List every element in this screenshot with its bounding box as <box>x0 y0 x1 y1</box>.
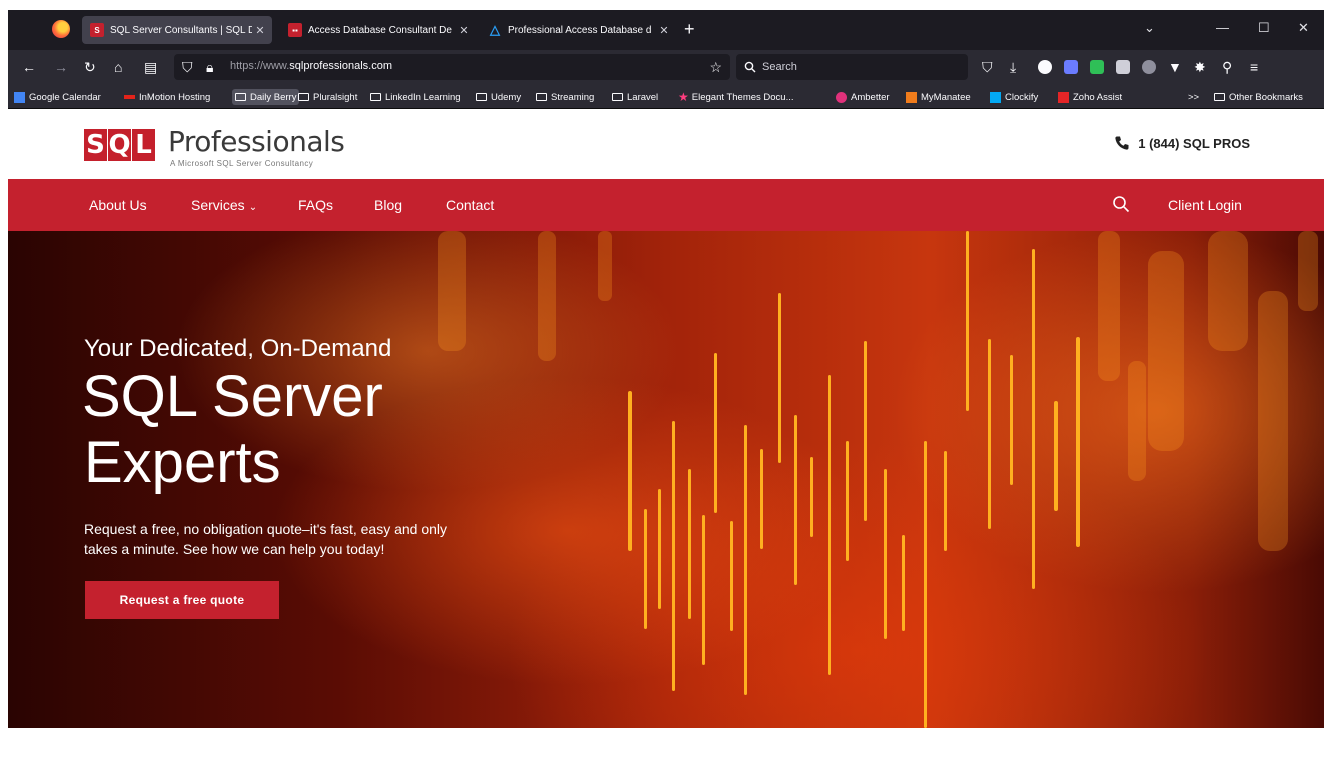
extension-gear-icon[interactable]: ✸ <box>1194 58 1206 76</box>
bookmark-mymanatee[interactable]: MyManatee <box>906 89 971 105</box>
bookmark-ambetter[interactable]: Ambetter <box>836 89 890 105</box>
folder-icon <box>1214 93 1225 101</box>
request-quote-button[interactable]: Request a free quote <box>85 581 279 619</box>
bookmark-zoho-assist[interactable]: Zoho Assist <box>1058 89 1122 105</box>
close-window-icon[interactable]: ✕ <box>1298 20 1309 36</box>
bookmark-laravel[interactable]: Laravel <box>612 89 658 105</box>
extension-badge-icon[interactable] <box>1064 60 1078 74</box>
other-bookmarks[interactable]: Other Bookmarks <box>1214 89 1303 105</box>
logo-mark: S Q L <box>84 129 156 161</box>
vimeo-extension-icon[interactable]: ▼ <box>1168 58 1182 76</box>
hero-description: Request a free, no obligation quote–it's… <box>84 521 448 557</box>
tab-title: Access Database Consultant De <box>308 24 452 36</box>
bookmark-clockify[interactable]: Clockify <box>990 89 1038 105</box>
close-tab-icon[interactable]: ✕ <box>656 24 672 37</box>
web-page: S Q L Professionals A Microsoft SQL Serv… <box>8 109 1324 728</box>
firefox-icon[interactable] <box>52 20 70 38</box>
new-tab-button[interactable]: + <box>684 18 695 40</box>
google-calendar-icon <box>14 91 25 103</box>
main-navigation: About Us Services ⌄ FAQs Blog Contact Cli… <box>8 179 1324 231</box>
bookmark-elegant-themes[interactable]: ★ Elegant Themes Docu... <box>678 89 794 105</box>
logo-tagline: A Microsoft SQL Server Consultancy <box>170 159 314 168</box>
nav-faqs[interactable]: FAQs <box>298 197 333 213</box>
logo-name: Professionals <box>168 125 345 158</box>
tab-sql-server-consultants[interactable]: S SQL Server Consultants | SQL DBA C ✕ <box>82 16 272 44</box>
sidebar-icon[interactable]: ▤ <box>144 58 157 76</box>
extension-bars-icon[interactable] <box>1116 60 1130 74</box>
zoho-icon <box>1058 91 1069 103</box>
tab-title: Professional Access Database d <box>508 24 652 36</box>
nav-about-us[interactable]: About Us <box>89 197 147 213</box>
folder-icon <box>370 93 381 101</box>
bookmark-google-calendar[interactable]: Google Calendar <box>14 89 101 105</box>
nav-contact[interactable]: Contact <box>446 197 494 213</box>
bookmark-linkedin-learning[interactable]: LinkedIn Learning <box>370 89 461 105</box>
inmotion-icon <box>124 95 135 99</box>
browser-window: S SQL Server Consultants | SQL DBA C ✕ ▪… <box>8 10 1324 728</box>
maximize-icon[interactable]: ☐ <box>1258 20 1270 36</box>
folder-icon <box>476 93 487 101</box>
minimize-icon[interactable]: — <box>1216 20 1229 35</box>
hero-pre-title: Your Dedicated, On-Demand <box>84 335 392 362</box>
extensions-puzzle-icon[interactable]: ⚲ <box>1222 58 1232 76</box>
tracking-protection-shield-icon[interactable]: ⛉ <box>182 58 193 76</box>
extension-dark-circle-icon[interactable] <box>1038 60 1052 74</box>
nav-blog[interactable]: Blog <box>374 197 402 213</box>
close-tab-icon[interactable]: ✕ <box>456 24 472 37</box>
bookmark-star-icon[interactable]: ☆ <box>709 58 722 76</box>
downloads-icon[interactable]: ⤓ <box>1010 58 1016 76</box>
clockify-icon <box>990 91 1001 103</box>
star-icon: ★ <box>678 90 689 104</box>
folder-icon <box>235 93 246 101</box>
forward-icon[interactable]: → <box>54 58 68 76</box>
pocket-icon[interactable]: ⛉ <box>982 58 993 76</box>
lock-icon[interactable]: 🔒︎ <box>206 58 213 76</box>
list-all-tabs-icon[interactable]: ⌄ <box>1144 20 1155 36</box>
phone-icon <box>1115 136 1129 150</box>
ambetter-icon <box>836 91 847 103</box>
tab-access-database-consultant[interactable]: ▪▪ Access Database Consultant De ✕ <box>280 16 476 44</box>
address-bar[interactable]: ⛉ 🔒︎ https://www.sqlprofessionals.com ☆ <box>174 54 730 80</box>
folder-icon <box>298 93 309 101</box>
site-logo[interactable]: S Q L Professionals A Microsoft SQL Serv… <box>84 125 384 168</box>
hero-title-line1: SQL Server <box>82 364 383 429</box>
extension-green-icon[interactable] <box>1090 60 1104 74</box>
search-icon <box>744 61 756 73</box>
triangle-favicon-icon: △ <box>490 22 500 37</box>
hero-banner: Your Dedicated, On-Demand SQL Server Exp… <box>8 231 1324 728</box>
bookmark-daily-berry[interactable]: Daily Berry <box>232 89 300 105</box>
bookmarks-overflow-icon[interactable]: >> <box>1188 89 1199 105</box>
folder-icon <box>536 93 547 101</box>
screenshot-frame: S SQL Server Consultants | SQL DBA C ✕ ▪… <box>0 0 1331 773</box>
extension-globe-icon[interactable] <box>1142 60 1156 74</box>
bookmark-streaming[interactable]: Streaming <box>536 89 594 105</box>
app-menu-icon[interactable]: ≡ <box>1250 58 1258 76</box>
back-icon[interactable]: ← <box>22 58 36 76</box>
search-placeholder: Search <box>762 61 797 73</box>
bookmark-udemy[interactable]: Udemy <box>476 89 521 105</box>
search-icon[interactable] <box>1112 195 1130 213</box>
phone-number[interactable]: 1 (844) SQL PROS <box>1114 135 1250 151</box>
url-text[interactable]: https://www.sqlprofessionals.com <box>230 60 392 72</box>
client-login-link[interactable]: Client Login <box>1168 197 1242 213</box>
bookmark-pluralsight[interactable]: Pluralsight <box>298 89 357 105</box>
hero-title-line2: Experts <box>84 430 281 495</box>
tab-professional-access-database[interactable]: △ Professional Access Database d ✕ <box>480 16 676 44</box>
home-icon[interactable]: ⌂ <box>114 58 122 76</box>
sqlpros-favicon-icon: S <box>90 23 104 37</box>
reload-icon[interactable]: ↻ <box>84 58 96 76</box>
folder-icon <box>612 93 623 101</box>
bookmark-inmotion-hosting[interactable]: InMotion Hosting <box>124 89 210 105</box>
search-bar[interactable]: Search <box>736 54 968 80</box>
close-tab-icon[interactable]: ✕ <box>252 24 268 37</box>
navigation-toolbar: ← → ↻ ⌂ ▤ ⛉ 🔒︎ https://www.sqlprofession… <box>8 50 1324 84</box>
bookmarks-toolbar: Google Calendar InMotion Hosting Daily B… <box>8 84 1324 109</box>
tab-title: SQL Server Consultants | SQL DBA C <box>110 24 252 36</box>
access-favicon-icon: ▪▪ <box>288 23 302 37</box>
nav-services[interactable]: Services ⌄ <box>191 197 257 213</box>
tab-strip: S SQL Server Consultants | SQL DBA C ✕ ▪… <box>8 10 1324 50</box>
mymanatee-icon <box>906 91 917 103</box>
chevron-down-icon: ⌄ <box>248 202 258 213</box>
